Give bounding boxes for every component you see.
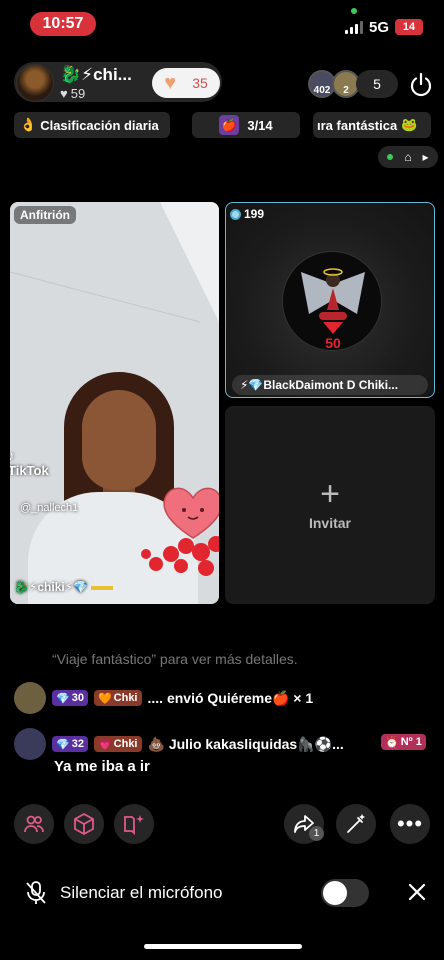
book-sparkle-icon [124, 815, 144, 836]
mic-off-icon [26, 881, 46, 904]
level-badge-number: 30 [71, 692, 84, 704]
fan-club-name: Chki [113, 738, 138, 750]
share-button[interactable]: 1 [284, 804, 324, 844]
invite-slot[interactable]: + Invitar [225, 406, 435, 604]
viewer-count[interactable]: 5 [356, 70, 398, 98]
host-face [82, 390, 156, 490]
mute-toggle[interactable] [321, 879, 369, 907]
effects-button[interactable] [64, 804, 104, 844]
level-badge-number: 32 [71, 738, 84, 750]
viewer-badge: 402 [313, 85, 331, 96]
angel-avatar-art: 50 [283, 252, 381, 351]
host-likes-count: 59 [70, 86, 86, 101]
book-sparkle-button[interactable] [114, 804, 154, 844]
chat-message[interactable]: 💎 32 💗 Chki 💩 Julio kakasliquidas🦍⚽... [14, 728, 344, 760]
host-video-panel[interactable]: Anfitrión ♪ TikTok @_nallech1 🐉⚡chiki⚡💎 [10, 202, 219, 604]
coin-icon [230, 208, 241, 220]
host-name-label-text: 🐉⚡chiki⚡💎 [14, 580, 89, 594]
chevron-right-icon: ▸ [422, 150, 429, 164]
heart-count: 35 [192, 75, 208, 91]
daily-ranking-label: Clasificación diaria [40, 117, 159, 133]
follow-heart-button[interactable]: ♥ 35 [152, 68, 220, 98]
chat-message-text: .... envió Quiéreme🍎 × 1 [147, 689, 314, 706]
chat-message[interactable]: 💎 30 🧡 Chki .... envió Quiéreme🍎 × 1 [14, 682, 313, 714]
cube-icon [74, 813, 94, 835]
heart-icon: ♥ [164, 72, 177, 94]
host-avatar[interactable] [16, 64, 54, 102]
fire-icon: 👌 [20, 117, 37, 132]
guest-coins: 199 [230, 207, 264, 221]
fantastic-trip-chip[interactable]: ıra fantástica 🐸 [313, 112, 431, 138]
chat-username: 💩 Julio kakasliquidas🦍⚽... [147, 735, 344, 752]
heart-icon: 💗 [97, 738, 112, 751]
signal-icon [345, 20, 363, 34]
guest-video-panel[interactable]: 199 50 ⚡💎BlackDaimont D Chiki... [225, 202, 435, 398]
ribbon-icon [91, 585, 114, 590]
guest-avatar[interactable]: 50 [282, 251, 382, 351]
hearts-pile-icon [141, 536, 219, 576]
invite-label: Invitar [308, 515, 351, 531]
guest-name: ⚡💎BlackDaimont D Chiki... [232, 375, 428, 395]
viewer-badge: 2 [343, 85, 349, 96]
share-count-badge: 1 [309, 826, 324, 841]
chat-message-text: Ya me iba a ir [54, 758, 150, 775]
rank-badge-text: Nº 1 [400, 736, 422, 748]
daily-ranking-chip[interactable]: 👌 Clasificación diaria [14, 112, 170, 138]
fan-club-badge: 💗 Chki [93, 736, 142, 752]
level-badge: 💎 30 [52, 690, 88, 706]
frog-icon: 🐸 [401, 117, 418, 132]
battery-indicator: 14 [395, 19, 423, 35]
heart-outline-icon: ♥ [60, 86, 68, 101]
magic-wand-button[interactable] [336, 804, 376, 844]
fan-club-name: Chki [113, 692, 138, 704]
chat-avatar[interactable] [14, 682, 46, 714]
host-name: 🐉⚡chi... [60, 65, 132, 84]
level-badge: 💎 32 [52, 736, 88, 752]
apple-gift-icon: 🍎 [219, 115, 240, 135]
home-indicator[interactable] [144, 944, 302, 949]
host-tag: Anfitrión [14, 206, 76, 224]
guests-button[interactable] [14, 804, 54, 844]
fantastic-trip-label: ıra fantástica [317, 117, 398, 133]
top-viewers[interactable]: 402 2 [308, 70, 360, 98]
plus-icon: + [320, 475, 340, 513]
magic-wand-icon [347, 814, 365, 833]
home-icon: ⌂ [404, 150, 412, 164]
live-controls-pill[interactable]: ⌂ ▸ [378, 146, 438, 168]
host-name-label: 🐉⚡chiki⚡💎 [14, 580, 114, 594]
live-dot-icon [387, 154, 394, 160]
diamond-icon: 💎 [56, 738, 70, 751]
tiktok-logo-text: TikTok [10, 463, 49, 478]
close-icon[interactable] [408, 883, 426, 901]
people-icon [24, 815, 44, 833]
gift-goal-chip[interactable]: 🍎 3/14 [192, 112, 300, 138]
tiktok-username: @_nallech1 [20, 502, 79, 514]
mute-label: Silenciar el micrófono [60, 883, 223, 902]
status-time: 10:57 [30, 12, 96, 36]
heart-icon: 🧡 [97, 692, 112, 705]
diamond-icon: 💎 [56, 692, 70, 705]
toggle-knob [323, 881, 347, 905]
host-likes: ♥ 59 [60, 86, 85, 101]
gift-goal-progress: 3/14 [247, 117, 273, 133]
more-options-button[interactable]: ••• [390, 804, 430, 844]
clock-icon: ⏰ [385, 736, 399, 749]
tiktok-logo: ♪ TikTok [10, 448, 49, 478]
guest-coins-count: 199 [244, 207, 265, 221]
chat-avatar[interactable] [14, 728, 46, 760]
chat-hint-text: “Viaje fantástico” para ver más detalles… [52, 651, 298, 667]
camera-indicator-dot [351, 8, 357, 14]
more-dots-icon: ••• [396, 811, 424, 836]
power-icon[interactable] [408, 72, 434, 98]
guest-badge-number: 50 [325, 335, 341, 351]
fan-club-badge: 🧡 Chki [93, 690, 142, 706]
rank-badge: ⏰ Nº 1 [381, 734, 426, 750]
network-type: 5G [369, 19, 390, 36]
